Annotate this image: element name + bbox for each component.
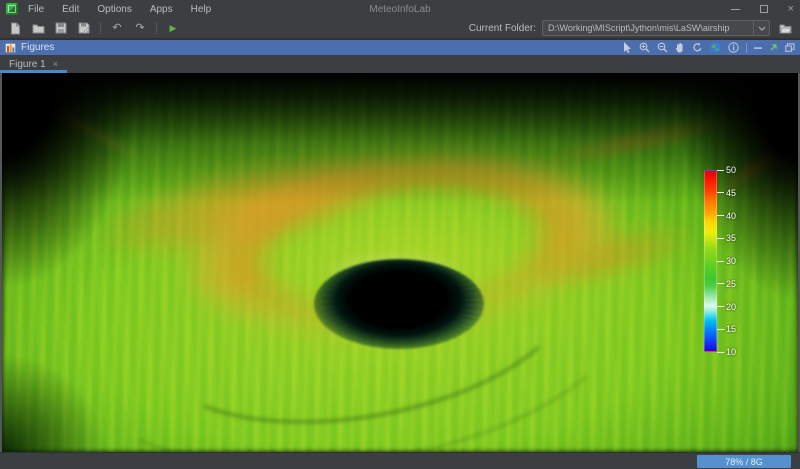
colorbar-tick: 15 [717,324,736,334]
toolbar-separator [100,22,101,34]
menu-file[interactable]: File [28,4,44,15]
panel-minimize-icon[interactable] [754,44,762,52]
menu-help[interactable]: Help [191,4,212,15]
titlebar: File Edit Options Apps Help MeteoInfoLab… [0,0,800,18]
colorbar-tick: 45 [717,188,736,198]
minimize-icon[interactable] [731,9,740,10]
typhoon-eye [314,259,484,349]
colorbar-tick: 40 [717,211,736,221]
new-file-icon [10,22,21,35]
background-corner [2,73,322,303]
current-folder-label: Current Folder: [469,23,536,34]
menu-edit[interactable]: Edit [62,4,79,15]
folder-browse-icon [779,23,792,34]
current-folder-value[interactable]: D:\Working\MIScript\Jython\mis\LaSW\airs… [543,23,753,33]
figure-tabbar: Figure 1 × [0,55,800,73]
run-script-button[interactable]: ▶ [164,20,182,36]
menu-options[interactable]: Options [97,4,131,15]
panel-float-icon[interactable] [785,43,795,52]
figures-panel-title: Figures [21,42,54,53]
redo-icon: ↷ [135,23,144,34]
menu-apps[interactable]: Apps [150,4,173,15]
open-folder-icon [32,23,45,34]
tab-close-icon[interactable]: × [53,60,58,69]
select-arrow-icon[interactable] [623,42,632,53]
colorbar-tick: 20 [717,302,736,312]
save-button[interactable] [52,20,70,36]
zoom-in-icon[interactable] [639,42,650,53]
tab-figure-1[interactable]: Figure 1 × [0,55,67,73]
app-window: File Edit Options Apps Help MeteoInfoLab… [0,0,800,469]
undo-button[interactable]: ↶ [108,20,126,36]
menubar: File Edit Options Apps Help [28,4,211,15]
statusbar: 78% / 8G [0,452,800,469]
colorbar-tick: 35 [717,233,736,243]
open-file-button[interactable] [29,20,47,36]
run-icon: ▶ [170,24,177,33]
combobox-dropdown-button[interactable] [753,21,769,35]
pan-hand-icon[interactable] [675,42,685,53]
colorbar-tick: 50 [717,165,736,175]
tab-label: Figure 1 [9,59,46,70]
background-corner [2,282,262,452]
current-folder-combobox[interactable]: D:\Working\MIScript\Jython\mis\LaSW\airs… [542,20,770,36]
info-icon[interactable] [728,42,739,53]
memory-indicator[interactable]: 78% / 8G [697,455,791,468]
zoom-out-icon[interactable] [657,42,668,53]
new-file-button[interactable] [6,20,24,36]
close-icon[interactable]: × [788,4,794,15]
undo-icon: ↶ [112,23,121,34]
toolbar: ↶ ↷ ▶ Current Folder: D:\Working\MIScrip… [0,18,800,38]
tools-separator [746,43,747,53]
redo-button[interactable]: ↷ [131,20,149,36]
colorbar-gradient [704,170,717,352]
rotate-icon[interactable] [692,42,703,53]
figures-panel-header: Figures [0,40,800,55]
figures-chart-icon [5,43,16,53]
colorbar-tick: 10 [717,347,736,357]
colorbar: 50 45 40 35 30 25 20 15 10 [704,170,754,352]
save-icon [55,22,67,34]
maximize-icon[interactable] [760,5,768,13]
browse-folder-button[interactable] [776,20,794,36]
colorbar-tick: 30 [717,256,736,266]
save-as-icon [78,22,90,34]
toolbar-separator [156,22,157,34]
chevron-down-icon [758,26,766,31]
app-logo-icon [6,3,18,15]
panel-restore-icon[interactable] [769,43,778,52]
globe-icon[interactable] [710,42,721,53]
save-as-button[interactable] [75,20,93,36]
colorbar-tick: 25 [717,279,736,289]
figure-canvas[interactable]: 50 45 40 35 30 25 20 15 10 [0,73,800,452]
